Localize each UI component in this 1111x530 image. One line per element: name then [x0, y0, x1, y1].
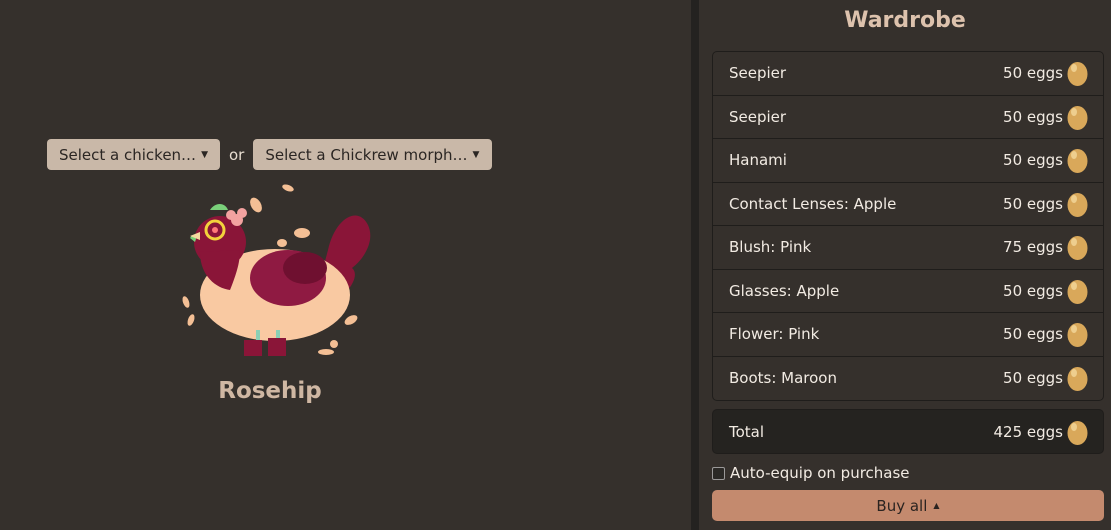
item-price-text: 50 eggs: [1003, 325, 1063, 344]
wardrobe-item[interactable]: Seepier 50 eggs: [713, 52, 1103, 96]
total-price-text: 425 eggs: [993, 422, 1064, 441]
buy-all-label: Buy all: [876, 496, 928, 515]
caret-down-icon: ▼: [472, 149, 480, 160]
item-name: Boots: Maroon: [729, 369, 837, 388]
wardrobe-item[interactable]: Seepier 50 eggs: [713, 96, 1103, 139]
item-price-text: 50 eggs: [1003, 281, 1063, 300]
select-chicken-label: Select a chicken…: [59, 145, 197, 164]
or-label: or: [229, 145, 245, 164]
wardrobe-item-list: Seepier 50 eggs Seepier 50 eggs Hanami 5…: [712, 51, 1104, 401]
item-price: 50 eggs: [1003, 191, 1088, 217]
caret-up-icon: ▲: [933, 501, 940, 510]
item-price: 50 eggs: [1003, 365, 1088, 392]
item-name: Seepier: [729, 64, 787, 83]
egg-icon: [1067, 192, 1088, 217]
item-price: 50 eggs: [1003, 321, 1088, 348]
item-name: Glasses: Apple: [729, 281, 840, 300]
item-price: 50 eggs: [1003, 60, 1088, 87]
item-price-text: 50 eggs: [1003, 369, 1063, 388]
item-price: 50 eggs: [1003, 278, 1088, 304]
select-morph-label: Select a Chickrew morph…: [265, 145, 468, 164]
chicken-selectors: Select a chicken… ▼ or Select a Chickrew…: [47, 139, 493, 170]
egg-icon: [1067, 105, 1088, 130]
item-price-text: 50 eggs: [1003, 107, 1063, 126]
item-price-text: 75 eggs: [1003, 238, 1063, 257]
wardrobe-item[interactable]: Boots: Maroon 50 eggs: [713, 357, 1103, 401]
auto-equip-checkbox[interactable]: [712, 466, 725, 480]
item-price-text: 50 eggs: [1003, 194, 1063, 213]
wardrobe-item[interactable]: Contact Lenses: Apple 50 eggs: [713, 183, 1103, 226]
item-name: Contact Lenses: Apple: [729, 194, 897, 213]
wardrobe-item[interactable]: Flower: Pink 50 eggs: [713, 313, 1103, 357]
item-price: 75 eggs: [1003, 234, 1088, 261]
chicken-name: Rosehip: [218, 378, 322, 404]
chicken-preview-panel: Select a chicken… ▼ or Select a Chickrew…: [0, 0, 691, 530]
auto-equip-label: Auto-equip on purchase: [730, 464, 910, 482]
item-price: 50 eggs: [1003, 147, 1088, 174]
wardrobe-panel: Wardrobe Seepier 50 eggs Seepier 50 eggs…: [699, 0, 1111, 530]
buy-all-button[interactable]: Buy all ▲: [712, 490, 1104, 521]
total-row: Total 425 eggs: [712, 409, 1104, 454]
item-name: Seepier: [729, 107, 787, 126]
egg-icon: [1067, 323, 1088, 348]
select-chicken-dropdown[interactable]: Select a chicken… ▼: [47, 139, 220, 170]
item-price: 50 eggs: [1003, 104, 1088, 130]
egg-icon: [1067, 420, 1088, 445]
item-name: Hanami: [729, 151, 787, 170]
egg-icon: [1067, 279, 1088, 304]
total-price: 425 eggs: [994, 419, 1089, 445]
total-label: Total: [729, 422, 765, 441]
wardrobe-item[interactable]: Blush: Pink 75 eggs: [713, 226, 1103, 270]
auto-equip-option[interactable]: Auto-equip on purchase: [712, 464, 910, 482]
wardrobe-title: Wardrobe: [844, 8, 966, 33]
panel-divider: [691, 0, 699, 530]
wardrobe-item[interactable]: Glasses: Apple 50 eggs: [713, 270, 1103, 313]
item-price-text: 50 eggs: [1003, 151, 1063, 170]
select-morph-dropdown[interactable]: Select a Chickrew morph… ▼: [253, 139, 493, 170]
wardrobe-item[interactable]: Hanami 50 eggs: [713, 139, 1103, 183]
egg-icon: [1067, 149, 1088, 174]
chicken-illustration: [182, 184, 371, 356]
egg-icon: [1067, 367, 1088, 392]
egg-icon: [1067, 62, 1088, 87]
item-name: Flower: Pink: [729, 325, 820, 344]
egg-icon: [1067, 236, 1088, 261]
item-price-text: 50 eggs: [1003, 64, 1063, 83]
caret-down-icon: ▼: [201, 149, 208, 160]
item-name: Blush: Pink: [729, 238, 812, 257]
